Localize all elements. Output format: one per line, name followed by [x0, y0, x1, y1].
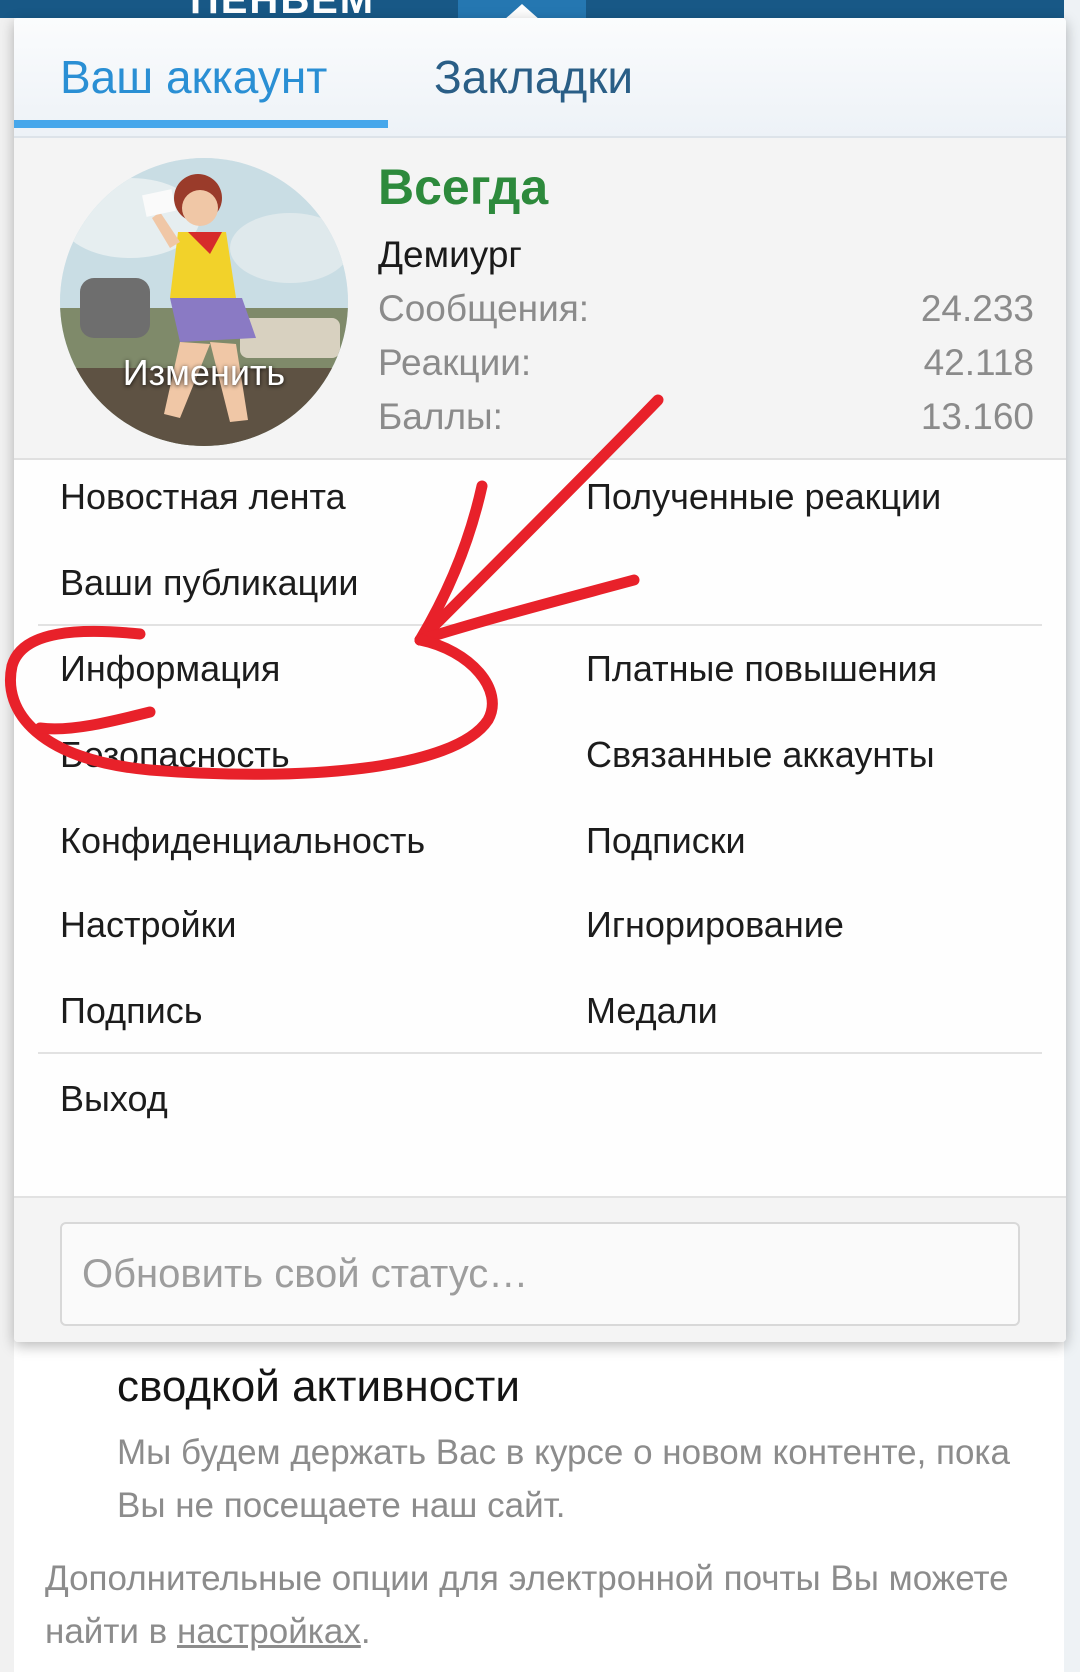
stat-points: Баллы: 13.160	[378, 396, 1034, 446]
user-title: Демиург	[378, 234, 522, 275]
site-header: ПЕНЬЕМ	[0, 0, 1080, 22]
menu-tabs: Ваш аккаунт Закладки	[14, 18, 1066, 138]
stat-reactions: Реакции: 42.118	[378, 342, 1034, 392]
link-news-feed[interactable]: Новостная лента	[60, 476, 346, 518]
status-area	[14, 1196, 1066, 1342]
link-following[interactable]: Подписки	[586, 820, 746, 862]
stat-value: 13.160	[920, 396, 1034, 437]
stat-label: Баллы:	[378, 396, 503, 437]
stat-value: 42.118	[923, 342, 1034, 383]
stat-label: Реакции:	[378, 342, 532, 383]
link-paid-upgrades[interactable]: Платные повышения	[586, 648, 937, 690]
page-right-edge	[1064, 0, 1080, 1672]
link-connected-accounts[interactable]: Связанные аккаунты	[586, 734, 935, 776]
active-tab-indicator	[14, 120, 388, 128]
email-options-note: Дополнительные опции для электронной поч…	[45, 1552, 1035, 1658]
avatar[interactable]: Изменить	[60, 158, 348, 446]
link-trophies[interactable]: Медали	[586, 990, 718, 1032]
avatar-image	[60, 158, 348, 446]
stat-value: 24.233	[920, 288, 1034, 329]
link-your-posts[interactable]: Ваши публикации	[60, 562, 358, 604]
page-left-strip	[0, 18, 14, 1672]
username[interactable]: Всегда	[378, 158, 548, 216]
link-log-out[interactable]: Выход	[60, 1078, 168, 1120]
stat-label: Сообщения:	[378, 288, 590, 329]
links-divider	[38, 624, 1042, 626]
stat-messages: Сообщения: 24.233	[378, 288, 1034, 338]
activity-summary-description: Мы будем держать Вас в курсе о новом кон…	[117, 1433, 1010, 1525]
link-signature[interactable]: Подпись	[60, 990, 202, 1032]
links-divider	[38, 1052, 1042, 1054]
avatar-edit-label[interactable]: Изменить	[60, 352, 348, 394]
link-ignoring[interactable]: Игнорирование	[586, 904, 844, 946]
profile-summary: Изменить Всегда Демиург Сообщения: 24.23…	[14, 138, 1066, 460]
link-preferences[interactable]: Настройки	[60, 904, 237, 946]
email-options-end: .	[360, 1612, 371, 1651]
account-menu: Ваш аккаунт Закладки Изменить Всегда Дем…	[14, 18, 1066, 1342]
tab-bookmarks[interactable]: Закладки	[434, 50, 633, 104]
tab-your-account[interactable]: Ваш аккаунт	[60, 50, 327, 104]
status-input[interactable]	[60, 1222, 1020, 1326]
account-links: Новостная лента Полученные реакции Ваши …	[14, 460, 1066, 1230]
link-security[interactable]: Безопасность	[60, 734, 290, 776]
link-privacy[interactable]: Конфиденциальность	[60, 820, 425, 862]
link-account-details[interactable]: Информация	[60, 648, 280, 690]
activity-summary-heading: сводкой активности	[117, 1362, 520, 1411]
link-reactions-received[interactable]: Полученные реакции	[586, 476, 941, 518]
settings-link[interactable]: настройках	[177, 1612, 361, 1651]
